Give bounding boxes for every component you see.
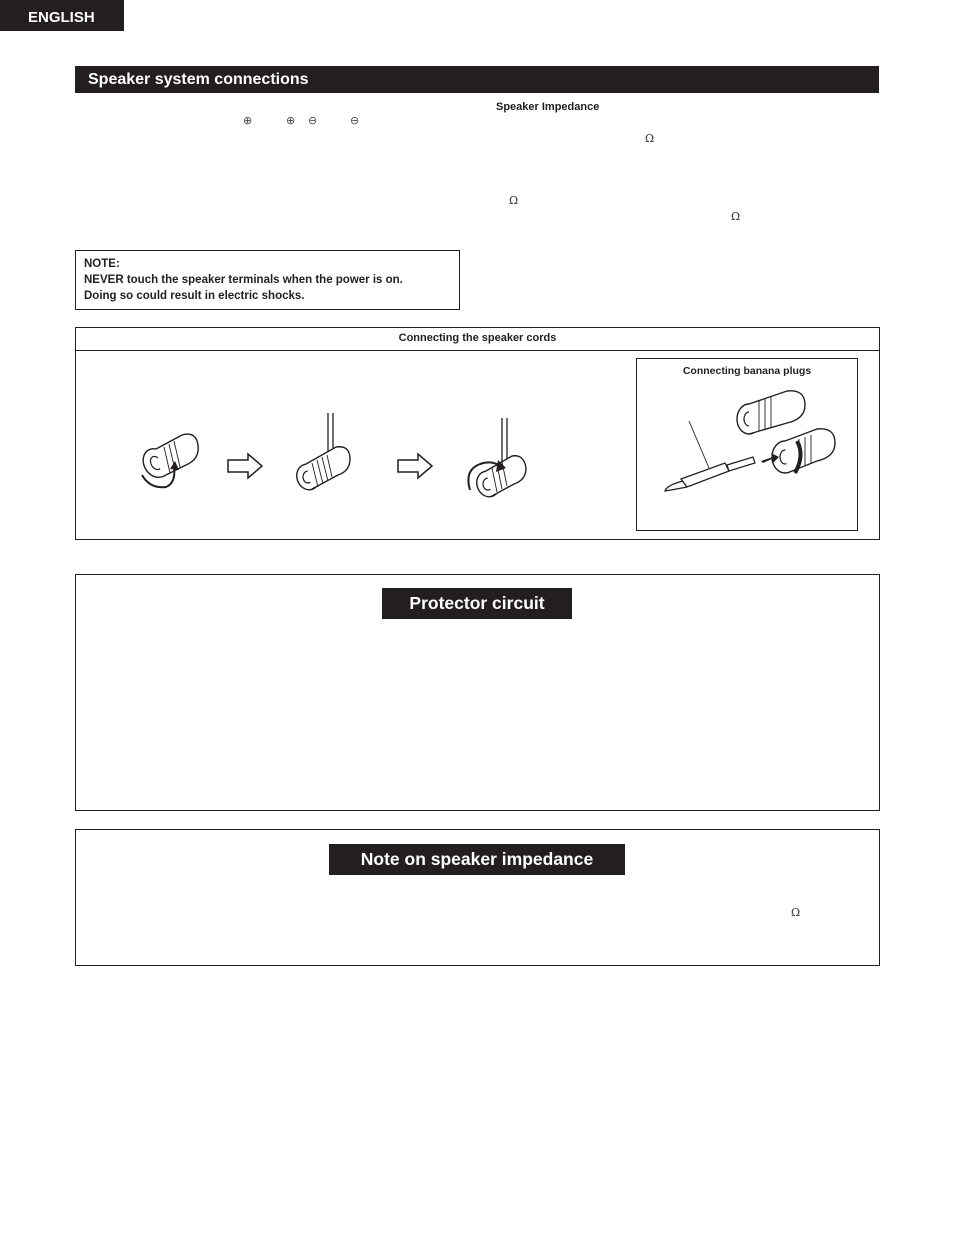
banana-plug-illustration bbox=[664, 390, 836, 492]
ohm-symbol: Ω bbox=[645, 132, 655, 145]
warning-note-box: NOTE: NEVER touch the speaker terminals … bbox=[75, 250, 460, 310]
protector-circuit-title: Protector circuit bbox=[382, 588, 572, 619]
ohm-symbol: Ω bbox=[731, 210, 741, 223]
note-line: NEVER touch the speaker terminals when t… bbox=[84, 274, 403, 286]
impedance-note-title: Note on speaker impedance bbox=[329, 844, 625, 875]
cord-steps-illustration bbox=[141, 413, 527, 498]
banana-plugs-panel: Connecting banana plugs bbox=[636, 358, 858, 531]
connecting-cords-panel: Connecting the speaker cords Connecting … bbox=[75, 327, 880, 540]
section-title-speaker-connections: Speaker system connections bbox=[75, 66, 879, 93]
protector-circuit-section: Protector circuit bbox=[75, 574, 880, 811]
arrow-right-icon bbox=[227, 452, 264, 480]
ohm-symbol: Ω bbox=[791, 906, 801, 919]
wire-insert-illustration bbox=[296, 413, 351, 491]
terminal-tighten-illustration bbox=[467, 418, 527, 498]
arrow-right-icon bbox=[397, 452, 434, 480]
note-label: NOTE: bbox=[84, 258, 120, 270]
plus-terminal-symbol: ⊕ bbox=[286, 114, 296, 127]
minus-terminal-symbol: ⊖ bbox=[308, 114, 318, 127]
plus-terminal-symbol: ⊕ bbox=[243, 114, 253, 127]
impedance-note-section: Note on speaker impedance Ω bbox=[75, 829, 880, 966]
terminal-loosen-illustration bbox=[141, 433, 199, 489]
language-tab: ENGLISH bbox=[0, 0, 124, 31]
note-line: Doing so could result in electric shocks… bbox=[84, 290, 305, 302]
binding-post-lower bbox=[771, 428, 836, 474]
minus-terminal-symbol: ⊖ bbox=[350, 114, 360, 127]
binding-post-upper bbox=[736, 390, 806, 435]
speaker-impedance-subheading: Speaker Impedance bbox=[496, 101, 600, 113]
ohm-symbol: Ω bbox=[509, 194, 519, 207]
